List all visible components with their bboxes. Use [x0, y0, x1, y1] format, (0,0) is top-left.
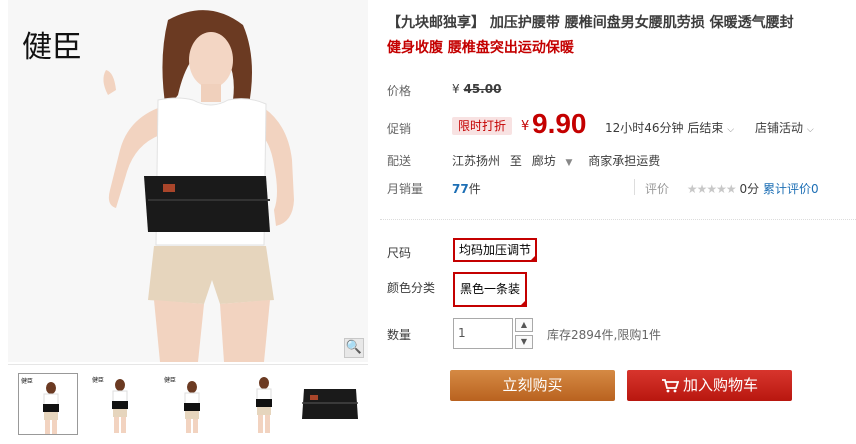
store-activity-dropdown[interactable]: 店铺活动 ⌵ [755, 119, 814, 136]
promo-label: 促销 [387, 122, 412, 136]
quantity-increase-button[interactable]: ▲ [515, 318, 533, 332]
current-price: 9.90 [532, 108, 587, 139]
price-panel: 价格 ¥ 45.00 促销 限时打折 ¥ 9.90 12小时46分钟 后结束 ⌵… [380, 70, 856, 220]
color-option-label: 黑色一条装 [460, 282, 521, 296]
cumulative-reviews-link[interactable]: 累计评价0 [763, 182, 819, 196]
quantity-decrease-button[interactable]: ▼ [515, 335, 533, 349]
thumbnail-strip: 健臣 健臣 健臣 [8, 364, 368, 444]
delivery-info: 江苏扬州 至 廊坊 ▼ 商家承担运费 [452, 152, 666, 169]
price-label: 价格 [387, 84, 412, 98]
delivery-from: 江苏扬州 [452, 154, 501, 168]
original-price-value: 45.00 [463, 82, 502, 96]
thumbnail-belt-icon [302, 389, 358, 419]
delivery-fee: 商家承担运费 [588, 154, 661, 168]
store-activity-label: 店铺活动 [755, 121, 804, 135]
promo-countdown[interactable]: 12小时46分钟 后结束 ⌵ [605, 119, 734, 136]
monthly-sales-label: 月销量 [387, 182, 424, 196]
product-subtitle: 健身收腹 腰椎盘突出运动保暖 [387, 40, 574, 56]
rating-score: 0分 [739, 182, 760, 196]
star-rating-icon: ★★★★★ [686, 182, 737, 196]
original-price: ¥ 45.00 [452, 82, 501, 96]
thumbnail-5[interactable] [300, 373, 360, 435]
current-price-currency: ¥ [521, 119, 530, 134]
selected-check-icon [529, 254, 538, 262]
divider [634, 179, 635, 195]
cart-icon [661, 378, 679, 392]
product-gallery: 健臣 🔍 健臣 健臣 健臣 [0, 0, 368, 444]
delivery-destination[interactable]: 廊坊 ▼ [532, 154, 579, 168]
color-label: 颜色分类 [387, 281, 436, 295]
product-title: 【九块邮独享】 加压护腰带 腰椎间盘男女腰肌劳损 保暖透气腰封 [387, 15, 794, 31]
sales-count: 77 [452, 182, 469, 196]
delivery-destination-label: 廊坊 [531, 154, 556, 168]
thumbnail-model-icon [256, 377, 272, 433]
rating-info: 评价 ★★★★★ 0分 累计评价0 [645, 180, 819, 197]
delivery-to-word: 至 [509, 154, 522, 168]
add-to-cart-label: 加入购物车 [682, 376, 758, 394]
caret-down-icon: ▼ [565, 158, 573, 168]
buy-now-button[interactable]: 立刻购买 [450, 370, 615, 401]
size-option-label: 均码加压调节 [459, 243, 532, 257]
brand-watermark: 健臣 [22, 30, 82, 65]
thumbnail-label: 健臣 [164, 377, 177, 384]
thumbnail-3[interactable]: 健臣 [162, 373, 222, 435]
thumbnail-4[interactable] [234, 373, 294, 435]
color-option-selected[interactable]: 黑色一条装 [453, 272, 528, 307]
rating-label: 评价 [645, 182, 670, 196]
monthly-sales: 77件 [452, 180, 481, 197]
chevron-down-icon: ⌵ [806, 125, 814, 135]
quantity-input[interactable]: 1 [453, 318, 513, 349]
chevron-down-icon: ⌵ [727, 125, 735, 135]
countdown-text: 12小时46分钟 后结束 [605, 121, 724, 135]
promo-badge: 限时打折 [452, 117, 513, 135]
magnifier-icon[interactable]: 🔍 [344, 338, 364, 358]
thumbnail-label: 健臣 [21, 378, 34, 385]
selected-check-icon [519, 299, 528, 307]
size-option-selected[interactable]: 均码加压调节 [453, 238, 538, 262]
stock-info: 库存2894件,限购1件 [547, 328, 661, 342]
currency-symbol: ¥ [452, 82, 460, 96]
main-product-image[interactable]: 健臣 🔍 [8, 0, 368, 362]
quantity-label: 数量 [387, 328, 412, 342]
thumbnail-1[interactable]: 健臣 [18, 373, 78, 435]
delivery-label: 配送 [387, 154, 412, 168]
add-to-cart-button[interactable]: 加入购物车 [627, 370, 792, 401]
size-label: 尺码 [387, 246, 412, 260]
sales-unit: 件 [468, 182, 481, 196]
thumbnail-2[interactable]: 健臣 [90, 373, 150, 435]
thumbnail-label: 健臣 [92, 377, 105, 384]
